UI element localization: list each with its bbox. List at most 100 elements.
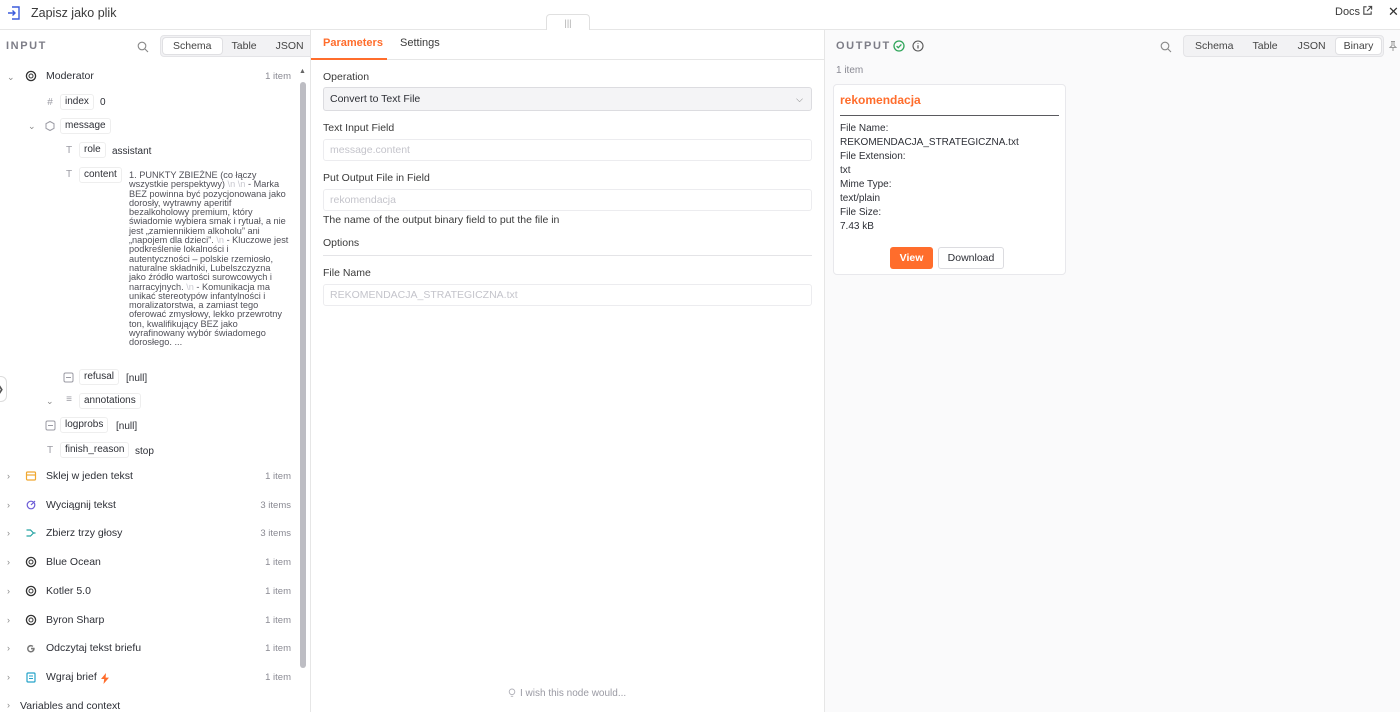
active-tab-underline <box>311 58 387 60</box>
node-kotler[interactable]: Kotler 5.0 <box>46 585 91 597</box>
view-button[interactable]: View <box>890 247 933 269</box>
lightning-icon <box>101 673 109 684</box>
file-name-label: File Name <box>323 267 371 279</box>
field-content[interactable]: content <box>79 167 122 183</box>
merge-icon <box>26 529 36 537</box>
variables-and-context[interactable]: Variables and context <box>20 700 120 712</box>
mime-type-value: text/plain <box>840 193 881 204</box>
item-count: 1 item <box>265 471 291 482</box>
file-name-value: REKOMENDACJA_STRATEGICZNA.txt <box>840 137 1019 148</box>
item-count: 1 item <box>265 557 291 568</box>
chevron-right-icon[interactable]: › <box>7 643 10 653</box>
file-extension-label: File Extension: <box>840 151 906 162</box>
external-link-icon[interactable] <box>1362 5 1373 16</box>
chevron-right-icon[interactable]: › <box>7 586 10 596</box>
search-icon[interactable] <box>1160 41 1172 53</box>
item-count: 3 items <box>260 500 291 511</box>
parameters-tabs: Parameters Settings <box>311 30 825 60</box>
close-icon[interactable]: ✕ <box>1388 5 1399 19</box>
item-count: 1 item <box>265 71 291 82</box>
output-view-binary[interactable]: Binary <box>1335 38 1382 54</box>
tab-settings[interactable]: Settings <box>400 37 440 49</box>
chevron-right-icon[interactable]: › <box>7 471 10 481</box>
file-extension-value: txt <box>840 165 851 176</box>
pin-icon[interactable] <box>1387 40 1399 52</box>
extract-icon <box>26 500 36 510</box>
chevron-right-icon[interactable]: › <box>7 500 10 510</box>
field-logprobs-value: [null] <box>116 421 138 432</box>
file-name-input[interactable]: REKOMENDACJA_STRATEGICZNA.txt <box>323 284 812 306</box>
field-finish-reason[interactable]: finish_reason <box>60 442 130 458</box>
chevron-down-icon[interactable]: ⌄ <box>46 396 54 407</box>
field-finish-reason-value: stop <box>135 446 154 457</box>
aggregate-icon <box>25 471 37 481</box>
field-annotations[interactable]: annotations <box>79 393 141 409</box>
search-icon[interactable] <box>137 41 149 53</box>
options-label: Options <box>323 237 360 249</box>
input-scrollbar[interactable] <box>300 82 306 668</box>
output-field-input[interactable]: rekomendacja <box>323 189 812 211</box>
collapse-handle[interactable]: ❯ <box>0 376 7 402</box>
field-index[interactable]: index <box>60 94 94 110</box>
item-count: 1 item <box>265 643 291 654</box>
node-moderator[interactable]: Moderator <box>46 70 94 82</box>
options-divider <box>323 255 812 256</box>
input-view-schema[interactable]: Schema <box>163 38 222 54</box>
export-file-icon <box>8 6 20 20</box>
chevron-right-icon[interactable]: › <box>7 528 10 538</box>
string-type-icon: T <box>65 169 73 180</box>
tab-parameters[interactable]: Parameters <box>323 37 383 49</box>
docs-link[interactable]: Docs <box>1335 6 1360 18</box>
lightbulb-icon <box>508 688 516 697</box>
string-type-icon: T <box>65 145 73 156</box>
input-view-switch: Schema Table JSON <box>160 35 310 57</box>
chevron-down-icon[interactable]: ⌄ <box>7 72 15 83</box>
chevron-down-icon[interactable]: ⌄ <box>28 121 36 132</box>
chevron-right-icon[interactable]: › <box>7 700 10 710</box>
mime-type-label: Mime Type: <box>840 179 892 190</box>
object-type-icon <box>45 120 55 132</box>
output-label: OUTPUT <box>836 40 891 52</box>
panel-drag-handle[interactable]: ||| <box>546 14 590 30</box>
output-view-schema[interactable]: Schema <box>1186 38 1243 54</box>
number-type-icon: # <box>47 97 53 108</box>
file-size-label: File Size: <box>840 207 882 218</box>
field-logprobs[interactable]: logprobs <box>60 417 109 433</box>
string-type-icon: T <box>46 445 54 456</box>
text-input-field[interactable]: message.content <box>323 139 812 161</box>
scroll-up-arrow[interactable]: ▲ <box>299 68 306 75</box>
binary-field-name: rekomendacja <box>840 93 921 107</box>
operation-select[interactable]: Convert to Text File ⌵ <box>323 87 812 111</box>
openai-icon <box>25 556 37 568</box>
output-view-table[interactable]: Table <box>1243 38 1288 54</box>
chevron-right-icon[interactable]: › <box>7 615 10 625</box>
output-view-json[interactable]: JSON <box>1288 38 1336 54</box>
field-message[interactable]: message <box>60 118 111 134</box>
chevron-right-icon[interactable]: › <box>7 557 10 567</box>
input-view-table[interactable]: Table <box>222 38 267 54</box>
card-divider <box>840 115 1059 116</box>
input-panel: INPUT Schema Table JSON ⌄ Moderator 1 it… <box>0 30 311 712</box>
feedback-link[interactable]: I wish this node would... <box>520 688 626 699</box>
node-byron-sharp[interactable]: Byron Sharp <box>46 614 104 626</box>
node-odczytaj[interactable]: Odczytaj tekst briefu <box>46 642 141 654</box>
field-refusal[interactable]: refusal <box>79 369 120 385</box>
node-zbierz[interactable]: Zbierz trzy głosy <box>46 527 122 539</box>
node-sklej[interactable]: Sklej w jeden tekst <box>46 470 133 482</box>
check-circle-icon <box>893 40 905 52</box>
item-count: 1 item <box>265 615 291 626</box>
top-bar: Zapisz jako plik Docs ✕ <box>0 0 1400 30</box>
node-blue-ocean[interactable]: Blue Ocean <box>46 556 101 568</box>
download-button[interactable]: Download <box>938 247 1004 269</box>
chevron-right-icon[interactable]: › <box>7 672 10 682</box>
text-input-field-label: Text Input Field <box>323 122 395 134</box>
field-role[interactable]: role <box>79 142 106 158</box>
input-view-json[interactable]: JSON <box>267 38 310 54</box>
null-type-icon <box>63 372 74 383</box>
node-title[interactable]: Zapisz jako plik <box>31 6 116 20</box>
output-field-label: Put Output File in Field <box>323 172 430 184</box>
node-wyciagnij[interactable]: Wyciągnij tekst <box>46 499 116 511</box>
openai-icon <box>25 585 37 597</box>
info-icon[interactable] <box>912 40 924 52</box>
node-wgraj-brief[interactable]: Wgraj brief <box>46 671 97 683</box>
